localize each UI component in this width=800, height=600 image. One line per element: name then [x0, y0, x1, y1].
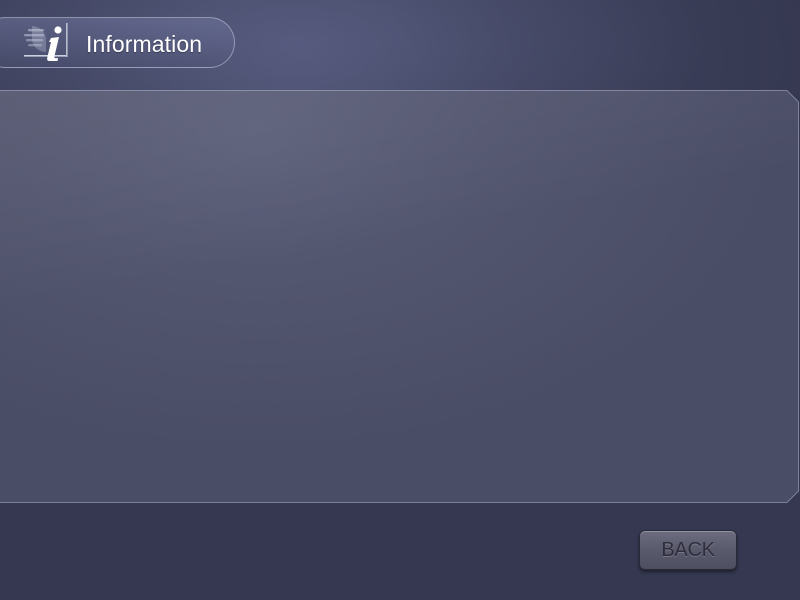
back-button[interactable]: BACK: [639, 530, 737, 570]
content-panel: [0, 90, 799, 503]
back-button-label: BACK: [661, 538, 715, 561]
info-icon: [24, 23, 68, 61]
page-title: Information: [86, 31, 203, 57]
